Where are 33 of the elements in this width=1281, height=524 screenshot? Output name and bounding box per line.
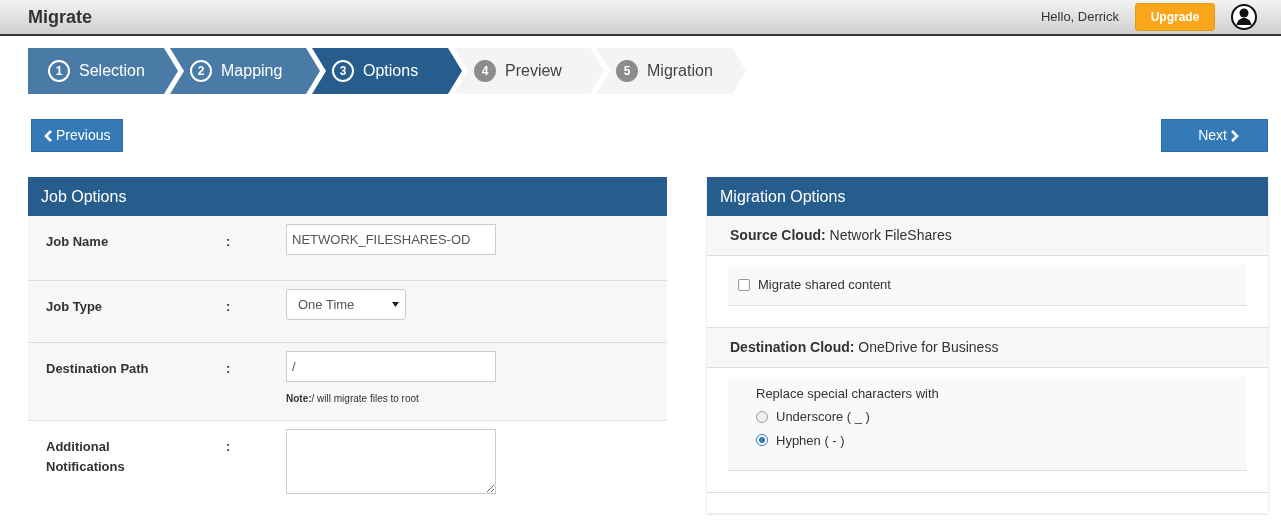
field-label: Additional Notifications — [46, 438, 126, 476]
greeting-text: Hello, Derrick — [1041, 8, 1119, 27]
field-label: Job Name — [46, 234, 109, 249]
wizard-step[interactable]: 5 Migration — [596, 48, 746, 94]
field-label: Job Type — [46, 299, 103, 314]
caret-icon — [392, 302, 399, 307]
avatar-icon[interactable] — [1231, 4, 1257, 30]
next-button[interactable]: Next — [1161, 119, 1268, 152]
colon-text: : — [226, 234, 231, 249]
wizard-step[interactable]: 3 Options — [312, 48, 462, 94]
destination-cloud-text: Destination Cloud: OneDrive for Business — [730, 338, 999, 355]
page-title: Migrate — [28, 8, 92, 26]
radio-option[interactable]: Hyphen ( - ) — [756, 430, 1219, 450]
textarea-field[interactable] — [286, 429, 496, 494]
group-label: Replace special characters with — [756, 384, 940, 403]
wizard-step[interactable]: 2 Mapping — [170, 48, 320, 94]
chevron-right-icon — [1231, 129, 1239, 142]
colon-text: : — [226, 299, 231, 314]
field-label: Destination Path — [46, 361, 149, 376]
input-field[interactable]: NETWORK_FILESHARES-OD — [286, 224, 496, 255]
colon-text: : — [226, 361, 231, 376]
note-text: Note:/ will migrate files to root — [286, 392, 420, 406]
wizard-step[interactable]: 4 Preview — [454, 48, 604, 94]
wizard-step[interactable]: 1 Selection — [28, 48, 178, 94]
previous-button[interactable]: Previous — [31, 119, 124, 152]
source-cloud-text: Source Cloud: Network FileShares — [730, 227, 952, 243]
panel-header: Migration Options — [707, 177, 1268, 216]
select-field[interactable]: One Time — [286, 289, 406, 320]
input-field[interactable]: / — [286, 351, 496, 382]
panel-header: Job Options — [28, 177, 667, 216]
radio-option[interactable]: Underscore ( _ ) — [756, 407, 1219, 427]
chevron-left-icon — [44, 129, 52, 142]
colon-text: : — [226, 439, 231, 454]
